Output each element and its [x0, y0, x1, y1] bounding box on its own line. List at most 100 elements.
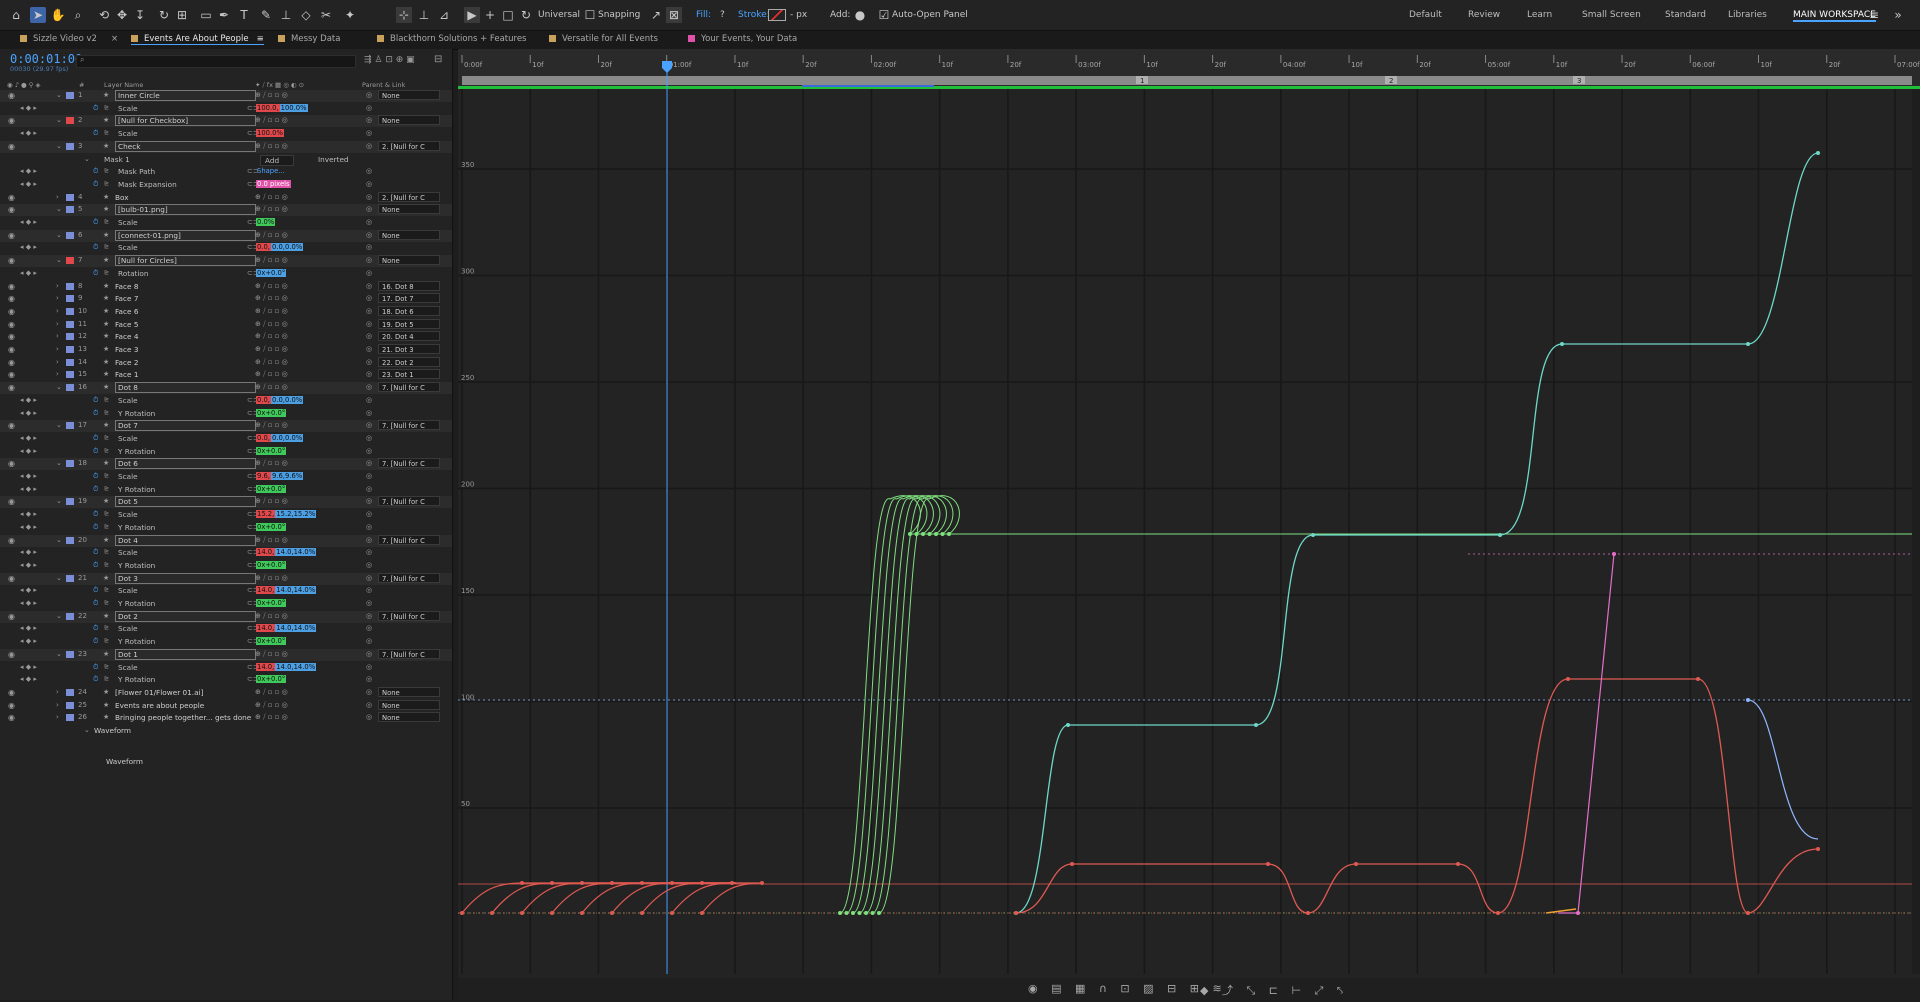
orbit-tool-icon[interactable]: ⟲ [96, 7, 112, 23]
parent-select[interactable]: None [378, 204, 440, 214]
label-color[interactable] [66, 283, 74, 290]
layer-switch-icons[interactable]: ⊕ ⧸ ▫ ▫ ◎ [255, 320, 288, 329]
layer-row[interactable]: ◉⌄17★Dot 7⊕ ⧸ ▫ ▫ ◎◎7. [Null for C [0, 420, 452, 432]
property-value[interactable]: 0x+0.0° [256, 269, 286, 277]
layer-switch-icons[interactable]: ⊕ ⧸ ▫ ▫ ◎ [255, 332, 288, 341]
parent-select[interactable]: 7. [Null for C [378, 458, 440, 468]
visibility-eye-icon[interactable]: ◉ [8, 574, 15, 583]
selection-tool-icon[interactable]: ➤ [30, 7, 46, 23]
layer-row[interactable]: ◉›26★Bringing people together... gets do… [0, 712, 452, 724]
stopwatch-icon[interactable]: ⏱ [93, 129, 98, 138]
layer-search-input[interactable]: ⌕ [76, 55, 356, 68]
stopwatch-icon[interactable]: ⏱ [93, 523, 98, 532]
parent-select[interactable]: 23. Dot 1 [378, 369, 440, 379]
layer-name[interactable]: [Null for Circles] [115, 255, 256, 266]
label-color[interactable] [66, 117, 74, 124]
tab-comp[interactable]: Blackthorn Solutions + Features [377, 34, 526, 44]
layer-row[interactable]: ◉›9★Face 7⊕ ⧸ ▫ ▫ ◎◎17. Dot 7 [0, 293, 452, 305]
auto-open-checkbox-icon[interactable]: ☑ [876, 7, 892, 23]
layer-row[interactable]: ◉›11★Face 5⊕ ⧸ ▫ ▫ ◎◎19. Dot 5 [0, 319, 452, 331]
layer-switch-icons[interactable]: ⊕ ⧸ ▫ ▫ ◎ [255, 205, 288, 214]
current-time[interactable]: 0:00:01:00 [10, 52, 82, 66]
keyframe-nav-icon[interactable]: ◂ ◆ ▸ [20, 485, 37, 493]
twirl-chevron-icon[interactable]: ⌄ [56, 459, 62, 467]
parent-select[interactable]: 7. [Null for C [378, 420, 440, 430]
eraser-tool-icon[interactable]: ◇ [298, 7, 314, 23]
layer-name[interactable]: Inner Circle [115, 90, 256, 101]
twirl-chevron-icon[interactable]: › [56, 307, 59, 315]
keyframe-nav-icon[interactable]: ◂ ◆ ▸ [20, 447, 37, 455]
twirl-chevron-icon[interactable]: ⌄ [84, 726, 90, 734]
graph-toggle-icon[interactable]: ⊵ [104, 218, 109, 225]
property-value[interactable]: 0x+0.0° [256, 485, 286, 493]
layer-switch-icons[interactable]: ⊕ ⧸ ▫ ▫ ◎ [255, 282, 288, 291]
layer-switch-icons[interactable]: ⊕ ⧸ ▫ ▫ ◎ [255, 91, 288, 100]
layer-switch-icons[interactable]: ⊕ ⧸ ▫ ▫ ◎ [255, 421, 288, 430]
overflow-chevron-icon[interactable]: » [1890, 7, 1906, 23]
visibility-eye-icon[interactable]: ◉ [8, 650, 15, 659]
layer-name[interactable]: Face 2 [115, 358, 138, 367]
twirl-chevron-icon[interactable]: ⌄ [56, 383, 62, 391]
graph-toggle-icon[interactable]: ⊵ [104, 447, 109, 454]
layer-name[interactable]: Dot 5 [115, 496, 256, 507]
property-value[interactable]: 0.0, [256, 243, 271, 251]
label-color[interactable] [66, 575, 74, 582]
keyframe-nav-icon[interactable]: ◂ ◆ ▸ [20, 561, 37, 569]
label-color[interactable] [66, 714, 74, 721]
keyframe-nav-icon[interactable]: ◂ ◆ ▸ [20, 675, 37, 683]
twirl-chevron-icon[interactable]: › [56, 282, 59, 290]
property-value[interactable]: 0.0, [256, 434, 271, 442]
workspace-standard[interactable]: Standard [1665, 10, 1706, 20]
twirl-chevron-icon[interactable]: ⌄ [56, 205, 62, 213]
anchor-tool-icon[interactable]: ⊞ [174, 7, 190, 23]
graph-canvas[interactable]: 0:00f10f20f01:00f10f20f02:00f10f20f03:00… [458, 49, 1920, 1000]
layer-row[interactable]: ◉⌄3★Check⊕ ⧸ ▫ ▫ ◎◎2. [Null for C [0, 141, 452, 153]
layer-name[interactable]: Bringing people together... gets done [115, 713, 251, 722]
parent-pickwhip-icon[interactable]: ◎ [366, 231, 372, 239]
expression-pickwhip-icon[interactable]: ◎ [366, 637, 372, 645]
parent-select[interactable]: 7. [Null for C [378, 382, 440, 392]
property-value[interactable]: 0.0,0.0% [271, 396, 303, 404]
fill-value[interactable]: ? [720, 10, 725, 20]
parent-select[interactable]: 7. [Null for C [378, 496, 440, 506]
type-tool-icon[interactable]: T [236, 7, 252, 23]
layer-row[interactable]: ◉›14★Face 2⊕ ⧸ ▫ ▫ ◎◎22. Dot 2 [0, 357, 452, 369]
visibility-eye-icon[interactable]: ◉ [8, 345, 15, 354]
expression-pickwhip-icon[interactable]: ◎ [366, 396, 372, 404]
label-color[interactable] [66, 194, 74, 201]
parent-pickwhip-icon[interactable]: ◎ [366, 574, 372, 582]
graph-toggle-icon[interactable]: ⊵ [104, 104, 109, 111]
parent-pickwhip-icon[interactable]: ◎ [366, 713, 372, 721]
keyframe-nav-icon[interactable]: ◂ ◆ ▸ [20, 523, 37, 531]
graph-toggle-icon[interactable]: ⊵ [104, 472, 109, 479]
layer-switch-icons[interactable]: ⊕ ⧸ ▫ ▫ ◎ [255, 574, 288, 583]
home-icon[interactable]: ⌂ [8, 7, 24, 23]
property-value[interactable]: 0x+0.0° [256, 523, 286, 531]
mask-inverted-checkbox[interactable]: Inverted [318, 155, 349, 164]
twirl-chevron-icon[interactable]: › [56, 358, 59, 366]
layer-row[interactable]: ◉›10★Face 6⊕ ⧸ ▫ ▫ ◎◎18. Dot 6 [0, 306, 452, 318]
label-color[interactable] [66, 613, 74, 620]
stopwatch-icon[interactable]: ⏱ [93, 472, 98, 481]
property-value[interactable]: 0.0,0.0% [271, 434, 303, 442]
layer-switch-icons[interactable]: ⊕ ⧸ ▫ ▫ ◎ [255, 612, 288, 621]
layer-name[interactable]: Face 6 [115, 307, 138, 316]
layer-name[interactable]: Face 7 [115, 294, 138, 303]
keyframe-nav-icon[interactable]: ◂ ◆ ▸ [20, 510, 37, 518]
stopwatch-icon[interactable]: ⏱ [93, 218, 98, 227]
stopwatch-icon[interactable]: ⏱ [93, 637, 98, 646]
property-value[interactable]: 15.2,15.2% [275, 510, 316, 518]
keyframe-nav-icon[interactable]: ◂ ◆ ▸ [20, 599, 37, 607]
keyframe-nav-icon[interactable]: ◂ ◆ ▸ [20, 434, 37, 442]
parent-pickwhip-icon[interactable]: ◎ [366, 320, 372, 328]
label-color[interactable] [66, 359, 74, 366]
world-axis-icon[interactable]: ⊿ [436, 7, 452, 23]
layer-row[interactable]: ◉⌄21★Dot 3⊕ ⧸ ▫ ▫ ◎◎7. [Null for C [0, 573, 452, 585]
label-color[interactable] [66, 689, 74, 696]
property-value[interactable]: 0.0, [256, 396, 271, 404]
parent-pickwhip-icon[interactable]: ◎ [366, 332, 372, 340]
expression-pickwhip-icon[interactable]: ◎ [366, 167, 372, 175]
layer-switch-icons[interactable]: ⊕ ⧸ ▫ ▫ ◎ [255, 294, 288, 303]
stamp-tool-icon[interactable]: ⊥ [278, 7, 294, 23]
property-value[interactable]: 0x+0.0° [256, 409, 286, 417]
